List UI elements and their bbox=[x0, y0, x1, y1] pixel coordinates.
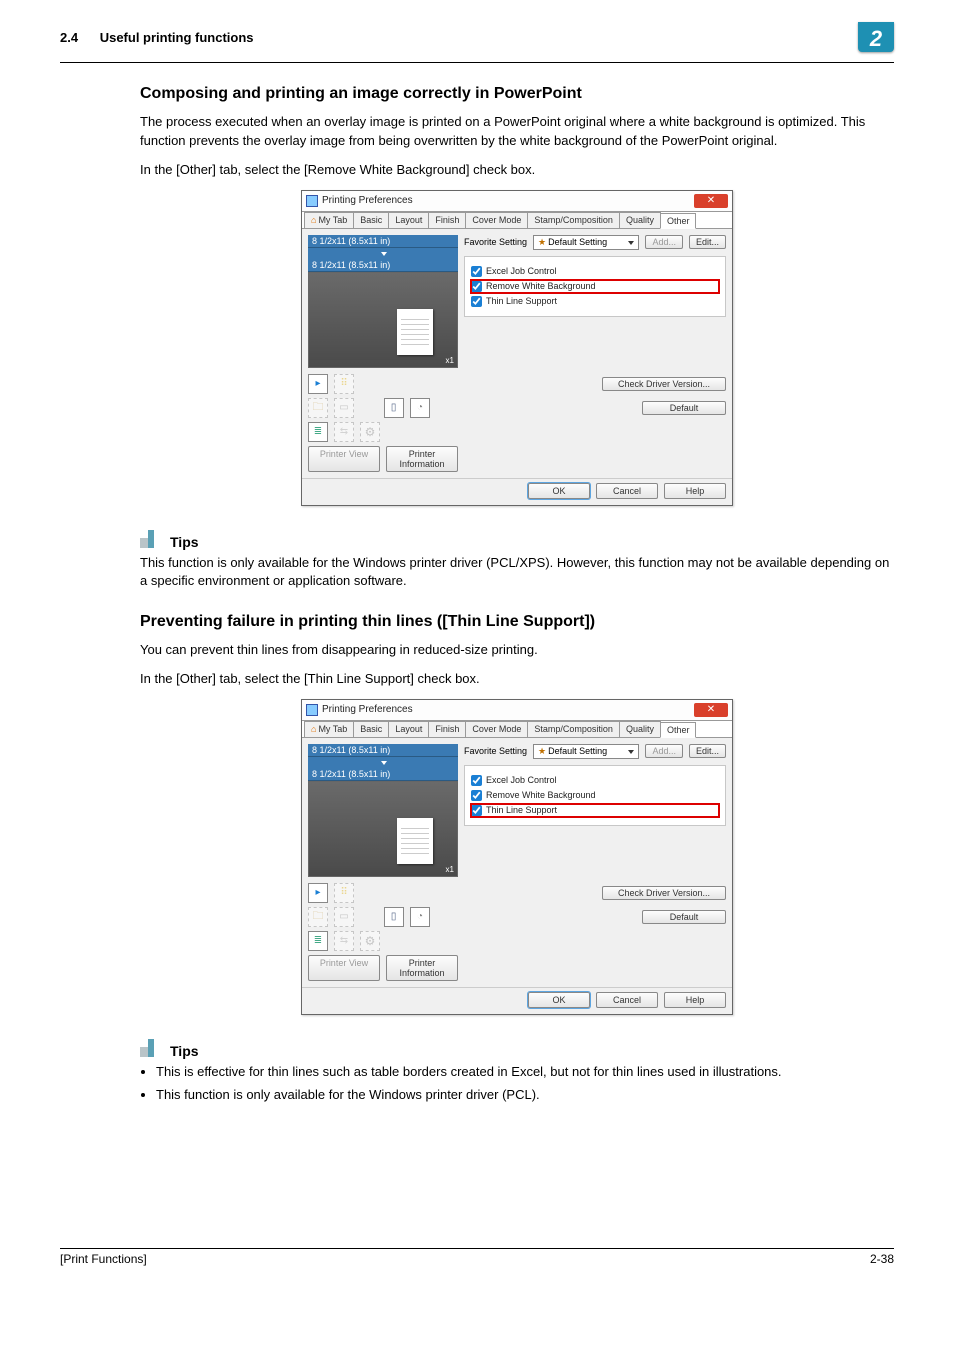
edit-favorite-button[interactable]: Edit... bbox=[689, 744, 726, 758]
preview-stamp-icon[interactable] bbox=[410, 907, 430, 927]
preview-orientation-icon[interactable] bbox=[384, 398, 404, 418]
original-size-row[interactable]: 8 1/2x11 (8.5x11 in) bbox=[308, 744, 458, 757]
preview-gear-icon bbox=[360, 422, 380, 442]
printer-information-button[interactable]: Printer Information bbox=[386, 446, 458, 472]
screenshot-remove-white-bg: Printing Preferences ✕ ⌂My Tab Basic Lay… bbox=[140, 190, 894, 506]
para-powerpoint-2: In the [Other] tab, select the [Remove W… bbox=[140, 161, 894, 180]
check-driver-version-button[interactable]: Check Driver Version... bbox=[602, 886, 726, 900]
preview-stamp-icon[interactable] bbox=[410, 398, 430, 418]
tab-layout[interactable]: Layout bbox=[388, 212, 429, 228]
cancel-button[interactable]: Cancel bbox=[596, 483, 658, 499]
ok-button[interactable]: OK bbox=[528, 483, 590, 499]
tips-heading-2: Tips bbox=[140, 1033, 894, 1059]
dialog-title: Printing Preferences bbox=[322, 195, 413, 206]
page-preview: x1 bbox=[308, 781, 458, 877]
preview-dots-icon: ⠿ bbox=[334, 374, 354, 394]
para-thin-line-2: In the [Other] tab, select the [Thin Lin… bbox=[140, 670, 894, 689]
tab-mytab[interactable]: ⌂My Tab bbox=[304, 721, 354, 737]
footer-page-number: 2-38 bbox=[870, 1252, 894, 1266]
excel-job-control-checkbox[interactable]: Excel Job Control bbox=[471, 265, 719, 278]
tips-icon bbox=[140, 524, 166, 550]
printer-information-button[interactable]: Printer Information bbox=[386, 955, 458, 981]
header-section-title: Useful printing functions bbox=[100, 30, 254, 45]
default-button[interactable]: Default bbox=[642, 401, 726, 415]
dialog-title: Printing Preferences bbox=[322, 704, 413, 715]
tips-heading-1: Tips bbox=[140, 524, 894, 550]
tab-cover-mode[interactable]: Cover Mode bbox=[465, 721, 528, 737]
favorite-setting-select[interactable]: ★Default Setting bbox=[533, 744, 639, 759]
edit-favorite-button[interactable]: Edit... bbox=[689, 235, 726, 249]
tab-layout[interactable]: Layout bbox=[388, 721, 429, 737]
tips-list-2: This is effective for thin lines such as… bbox=[140, 1063, 894, 1105]
printer-view-button[interactable]: Printer View bbox=[308, 955, 380, 981]
tab-basic[interactable]: Basic bbox=[353, 212, 389, 228]
remove-white-background-checkbox[interactable]: Remove White Background bbox=[471, 789, 719, 802]
tips-icon bbox=[140, 1033, 166, 1059]
tab-other[interactable]: Other bbox=[660, 722, 697, 738]
preview-group-icon bbox=[334, 422, 354, 442]
add-favorite-button: Add... bbox=[645, 235, 683, 249]
help-button[interactable]: Help bbox=[664, 483, 726, 499]
printing-preferences-dialog-2: Printing Preferences ✕ ⌂My Tab Basic Lay… bbox=[301, 699, 733, 1015]
paper-size-row: 8 1/2x11 (8.5x11 in) bbox=[308, 768, 458, 781]
preview-orientation-icon[interactable] bbox=[384, 907, 404, 927]
close-button[interactable]: ✕ bbox=[694, 703, 728, 717]
thin-line-support-checkbox[interactable]: Thin Line Support bbox=[471, 804, 719, 817]
tab-stamp-composition[interactable]: Stamp/Composition bbox=[527, 721, 620, 737]
preview-arrow-icon[interactable]: ▸ bbox=[308, 883, 328, 903]
original-size-row[interactable]: 8 1/2x11 (8.5x11 in) bbox=[308, 235, 458, 248]
tab-quality[interactable]: Quality bbox=[619, 721, 661, 737]
preview-gear-icon bbox=[360, 931, 380, 951]
preview-folder-icon bbox=[308, 398, 328, 418]
preview-doc-icon bbox=[334, 907, 354, 927]
ok-button[interactable]: OK bbox=[528, 992, 590, 1008]
tips-item: This is effective for thin lines such as… bbox=[156, 1063, 894, 1082]
add-favorite-button: Add... bbox=[645, 744, 683, 758]
preview-dots-icon: ⠿ bbox=[334, 883, 354, 903]
tips-text-1: This function is only available for the … bbox=[140, 554, 894, 592]
tab-finish[interactable]: Finish bbox=[428, 721, 466, 737]
tab-mytab[interactable]: ⌂My Tab bbox=[304, 212, 354, 228]
dialog-icon bbox=[306, 195, 318, 207]
preview-arrow-icon[interactable]: ▸ bbox=[308, 374, 328, 394]
excel-job-control-checkbox[interactable]: Excel Job Control bbox=[471, 774, 719, 787]
screenshot-thin-line-support: Printing Preferences ✕ ⌂My Tab Basic Lay… bbox=[140, 699, 894, 1015]
cancel-button[interactable]: Cancel bbox=[596, 992, 658, 1008]
favorite-setting-select[interactable]: ★Default Setting bbox=[533, 235, 639, 250]
dialog-icon bbox=[306, 704, 318, 716]
remove-white-background-checkbox[interactable]: Remove White Background bbox=[471, 280, 719, 293]
para-thin-line-1: You can prevent thin lines from disappea… bbox=[140, 641, 894, 660]
check-driver-version-button[interactable]: Check Driver Version... bbox=[602, 377, 726, 391]
tab-other[interactable]: Other bbox=[660, 213, 697, 229]
dialog-tabs: ⌂My Tab Basic Layout Finish Cover Mode S… bbox=[302, 721, 732, 738]
preview-doc-icon bbox=[334, 398, 354, 418]
tab-cover-mode[interactable]: Cover Mode bbox=[465, 212, 528, 228]
tab-quality[interactable]: Quality bbox=[619, 212, 661, 228]
preview-folder-icon bbox=[308, 907, 328, 927]
dialog-tabs: ⌂My Tab Basic Layout Finish Cover Mode S… bbox=[302, 212, 732, 229]
chapter-badge: 2 bbox=[858, 22, 894, 52]
help-button[interactable]: Help bbox=[664, 992, 726, 1008]
printing-preferences-dialog: Printing Preferences ✕ ⌂My Tab Basic Lay… bbox=[301, 190, 733, 506]
tips-item: This function is only available for the … bbox=[156, 1086, 894, 1105]
preview-list-icon[interactable] bbox=[308, 931, 328, 951]
section-title-powerpoint: Composing and printing an image correctl… bbox=[140, 85, 894, 103]
preview-group-icon bbox=[334, 931, 354, 951]
favorite-setting-label: Favorite Setting bbox=[464, 746, 527, 756]
header-section-number: 2.4 bbox=[60, 30, 78, 45]
tab-basic[interactable]: Basic bbox=[353, 721, 389, 737]
default-button[interactable]: Default bbox=[642, 910, 726, 924]
preview-list-icon[interactable] bbox=[308, 422, 328, 442]
thin-line-support-checkbox[interactable]: Thin Line Support bbox=[471, 295, 719, 308]
close-button[interactable]: ✕ bbox=[694, 194, 728, 208]
page-preview: x1 bbox=[308, 272, 458, 368]
favorite-setting-label: Favorite Setting bbox=[464, 237, 527, 247]
footer-left: [Print Functions] bbox=[60, 1252, 147, 1266]
printer-view-button[interactable]: Printer View bbox=[308, 446, 380, 472]
tab-stamp-composition[interactable]: Stamp/Composition bbox=[527, 212, 620, 228]
tab-finish[interactable]: Finish bbox=[428, 212, 466, 228]
section-title-thin-line: Preventing failure in printing thin line… bbox=[140, 613, 894, 631]
paper-size-row: 8 1/2x11 (8.5x11 in) bbox=[308, 259, 458, 272]
para-powerpoint-1: The process executed when an overlay ima… bbox=[140, 113, 894, 151]
